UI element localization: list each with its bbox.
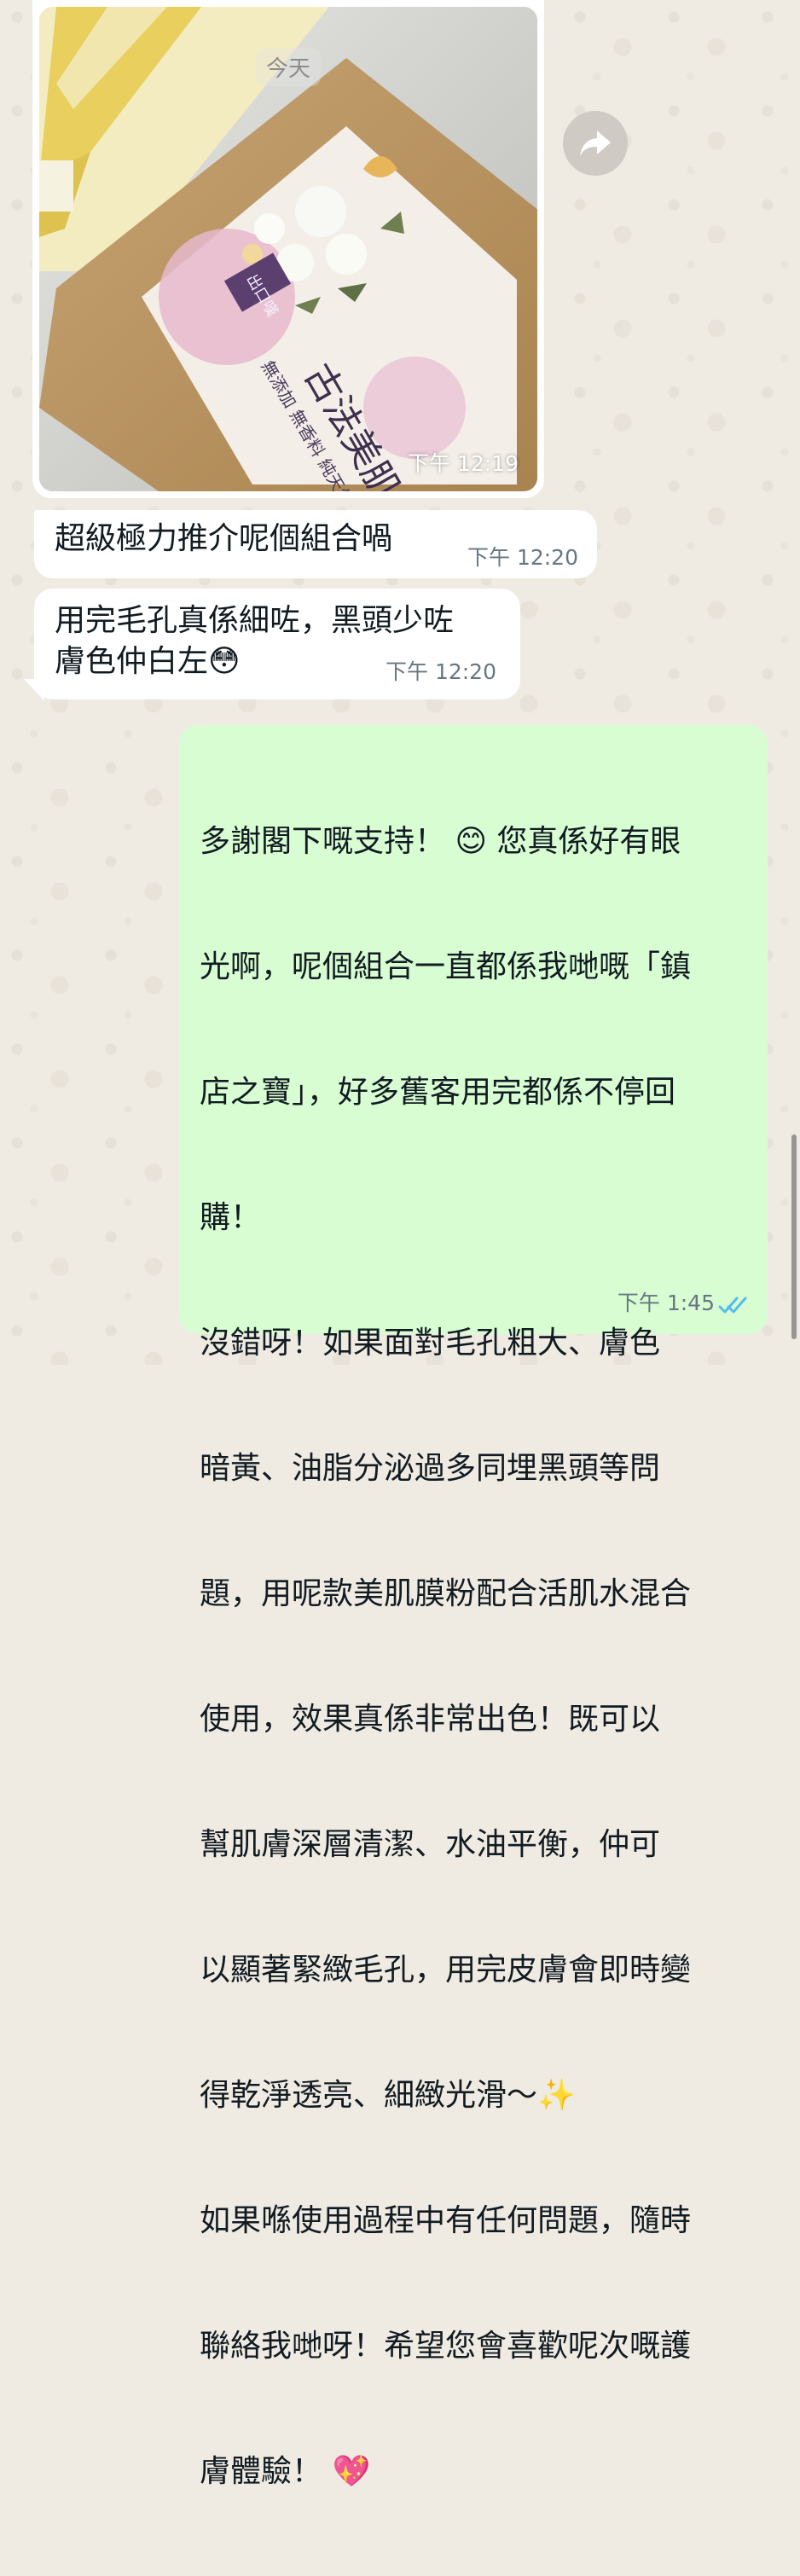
- message-line: 聯絡我哋呀！希望您會喜歡呢次嘅護: [200, 2329, 692, 2364]
- message-line: 光啊，呢個組合一直都係我哋嘅「鎮: [200, 949, 692, 984]
- forward-icon: [580, 131, 611, 156]
- message-line: 以顯著緊緻毛孔，用完皮膚會即時變: [200, 1952, 692, 1987]
- forward-button[interactable]: [563, 111, 628, 176]
- message-text: 多謝閣下嘅支持！ 😊 您真係好有眼 光啊，呢個組合一直都係我哋嘅「鎮 店之寶」，…: [200, 737, 745, 2576]
- date-separator: 今天: [255, 48, 322, 86]
- message-line: 暗黃、油脂分泌過多同埋黑頭等問: [200, 1451, 661, 1486]
- message-line: 題，用呢款美肌膜粉配合活肌水混合: [200, 1576, 692, 1611]
- message-line: 店之寶」，好多舊客用完都係不停回: [200, 1075, 676, 1110]
- message-time: 下午 12:20: [386, 659, 496, 684]
- message-line: 多謝閣下嘅支持！ 😊 您真係好有眼: [200, 824, 681, 859]
- message-time: 下午 12:20: [467, 545, 578, 570]
- image-message-bubble[interactable]: 古法美肌膜粉 出口嘆 無添加 無香料 純天然 今天 下午 12:19: [32, 0, 544, 498]
- message-line: 使用，效果真係非常出色！既可以: [200, 1702, 661, 1737]
- message-line: 膚體驗！ 💖: [200, 2454, 371, 2489]
- flushed-face-emoji: 😳: [208, 644, 241, 679]
- message-time: 下午 1:45: [617, 1291, 715, 1315]
- message-line: 沒錯呀！如果面對毛孔粗大、膚色: [200, 1326, 661, 1361]
- message-line: 幫肌膚深層清潔、水油平衡，仲可: [200, 1827, 661, 1862]
- double-check-read-icon: [718, 1297, 747, 1314]
- scrollbar-thumb[interactable]: [791, 1134, 797, 1339]
- message-line: 如果喺使用過程中有任何問題，隨時: [200, 2203, 692, 2238]
- message-line: 用完毛孔真係細咗，黑頭少咗: [55, 603, 455, 638]
- incoming-message[interactable]: 超級極力推介呢個組合喎 下午 12:20: [34, 510, 597, 578]
- outgoing-message[interactable]: 多謝閣下嘅支持！ 😊 您真係好有眼 光啊，呢個組合一直都係我哋嘅「鎮 店之寶」，…: [179, 725, 768, 2489]
- image-message-time: 下午 12:19: [408, 451, 519, 476]
- message-line: 得乾淨透亮、細緻光滑～✨: [200, 2078, 576, 2113]
- message-line: 購！: [200, 1200, 262, 1235]
- product-photo[interactable]: 古法美肌膜粉 出口嘆 無添加 無香料 純天然 今天 下午 12:19: [39, 7, 537, 491]
- message-line: 膚色仲白左: [55, 644, 209, 679]
- bubble-tail: [24, 679, 44, 701]
- message-text: 超級極力推介呢個組合喎: [55, 521, 393, 556]
- incoming-message[interactable]: 用完毛孔真係細咗，黑頭少咗 膚色仲白左😳 下午 12:20: [34, 589, 520, 699]
